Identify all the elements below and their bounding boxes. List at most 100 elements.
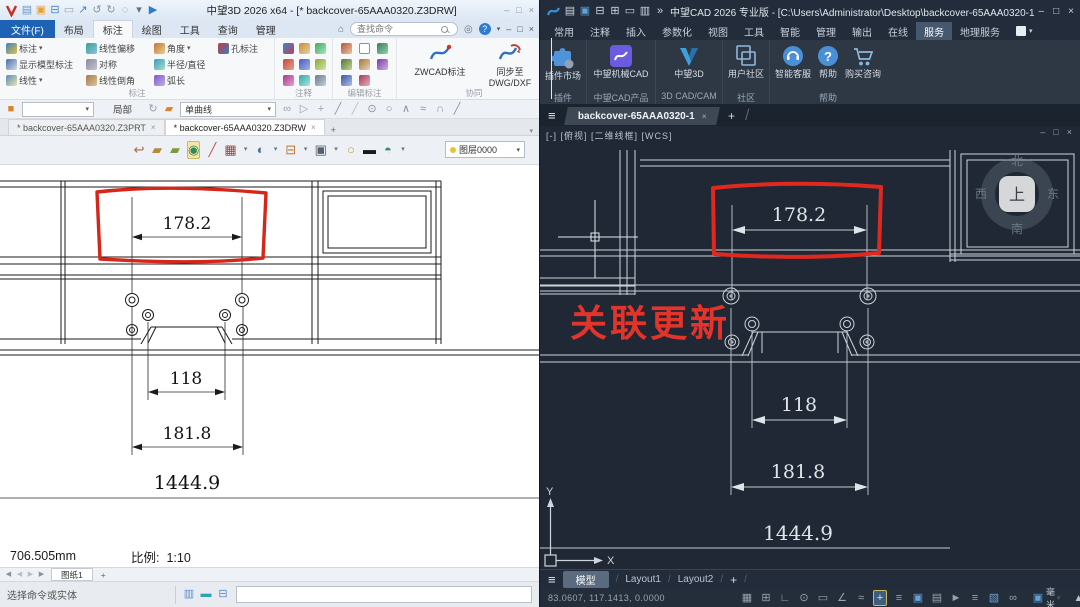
compass-top-label[interactable]: 上	[1009, 186, 1025, 204]
grid-icon[interactable]: ▦	[224, 142, 236, 158]
layer2-icon[interactable]: ▧	[987, 591, 1001, 605]
selection-icon[interactable]: ▣	[911, 591, 925, 605]
snap-icon[interactable]: +	[315, 103, 327, 116]
undo-icon[interactable]: ↺	[91, 4, 103, 17]
zwcad-drawing-canvas[interactable]: [-] [俯视] [二维线框] [WCS] – □ ×	[540, 126, 1080, 569]
user-community-button[interactable]: 用户社区	[728, 43, 764, 79]
sync-to-dwg-button[interactable]: 同步至DWG/DXF	[479, 41, 541, 88]
tab-service[interactable]: 服务	[916, 22, 952, 40]
export-icon[interactable]: ↗	[77, 4, 89, 17]
dropdown-arrow[interactable]: ▾	[497, 25, 501, 33]
open-folder-icon[interactable]: ▣	[35, 4, 47, 17]
close-icon[interactable]: ×	[529, 5, 534, 15]
dark-icon[interactable]: ▬	[363, 142, 376, 158]
compass-west-label[interactable]: 西	[975, 187, 987, 201]
rsnap-icon[interactable]: ⊞	[759, 591, 773, 605]
pencil-icon[interactable]: ▰	[163, 103, 175, 116]
doc-restore-icon[interactable]: □	[517, 24, 522, 34]
edit-dim-tool-icon[interactable]	[359, 59, 370, 70]
tab-close-icon[interactable]: ×	[311, 123, 316, 132]
annotation-tool-icon[interactable]	[283, 75, 294, 86]
hole-callout-button[interactable]: 孔标注	[218, 42, 270, 55]
nav-last-icon[interactable]: ▶	[37, 568, 46, 581]
tab-close-icon[interactable]: ×	[701, 111, 706, 120]
osnap-icon[interactable]: ▭	[816, 591, 830, 605]
linear-chamfer-button[interactable]: 线性倒角	[86, 74, 154, 87]
lineweight-icon[interactable]: ≡	[892, 591, 906, 605]
wopen-icon[interactable]: ▣	[579, 5, 591, 18]
layout1-tab[interactable]: Layout1	[625, 574, 661, 585]
ortho-icon[interactable]: ∟	[778, 591, 792, 605]
doc-tab-dwg[interactable]: backcover-65AAA0320-1 ×	[564, 107, 720, 125]
globe-icon[interactable]: ◉	[187, 141, 200, 159]
annotation-tool-icon[interactable]	[315, 75, 326, 86]
new-tab-button[interactable]: +	[728, 109, 735, 123]
shade-icon[interactable]: ◓	[382, 142, 394, 158]
doc-minimize-icon[interactable]: –	[1040, 127, 1045, 137]
block-icon[interactable]: ■	[5, 103, 17, 116]
compass-south-label[interactable]: 南	[1011, 221, 1023, 236]
tab-insert[interactable]: 插入	[618, 22, 654, 40]
print-icon[interactable]: ▭	[63, 4, 75, 17]
tab-inquire[interactable]: 查询	[209, 20, 247, 38]
bulb-icon[interactable]: ○	[345, 142, 357, 158]
play-icon[interactable]: ▶	[147, 4, 159, 17]
doc-restore-icon[interactable]: □	[1053, 127, 1058, 137]
spline-icon[interactable]: ≈	[417, 103, 429, 116]
symmetry-button[interactable]: 对称	[86, 58, 154, 71]
line2-icon[interactable]: ╱	[349, 103, 361, 116]
doc-tab-z3prt[interactable]: * backcover-65AAA0320.Z3PRT×	[8, 119, 165, 135]
file-menu-button[interactable]: 文件(F)	[0, 20, 55, 38]
circle-icon[interactable]: ○	[383, 103, 395, 116]
sphere-icon[interactable]: ◐	[255, 142, 267, 158]
new-file-icon[interactable]: ▤	[21, 4, 33, 17]
return-icon[interactable]: ↩	[133, 142, 145, 158]
brush-icon[interactable]: ▰	[151, 142, 163, 158]
linear-button[interactable]: 线性▾	[6, 74, 86, 87]
arc-icon[interactable]: ∩	[434, 103, 446, 116]
tab-smart[interactable]: 智能	[772, 22, 808, 40]
tab-layout[interactable]: 布局	[55, 20, 93, 38]
edit-dim-tool-icon[interactable]	[341, 75, 352, 86]
minimize-icon[interactable]: –	[504, 5, 509, 15]
layout-menu-hamburger-icon[interactable]: ≡	[548, 573, 556, 586]
arc-length-button[interactable]: 弧长	[154, 74, 218, 87]
sketch-icon[interactable]: ≈	[854, 591, 868, 605]
poly-icon[interactable]: ∧	[400, 103, 412, 116]
regen-icon[interactable]: ↻	[147, 103, 159, 116]
new-tab-button[interactable]: +	[325, 125, 342, 135]
layout2-tab[interactable]: Layout2	[678, 574, 714, 585]
compass-north-label[interactable]: 北	[1011, 154, 1023, 168]
annotation-scale-selector[interactable]: ▲ 1:1▾	[1073, 592, 1080, 605]
search-input[interactable]	[357, 24, 437, 34]
angle-icon[interactable]: ∠	[835, 591, 849, 605]
close-icon[interactable]: ×	[1068, 6, 1074, 17]
style-combo[interactable]: ▾	[22, 102, 94, 117]
minimize-icon[interactable]: –	[1039, 6, 1045, 17]
edit-dim-tool-icon[interactable]	[359, 43, 370, 54]
workspace-switcher[interactable]: ▾	[1016, 26, 1033, 36]
tab-manage[interactable]: 管理	[247, 20, 285, 38]
panel-icon[interactable]: ▥	[183, 588, 195, 601]
properties-icon[interactable]: ▤	[930, 591, 944, 605]
annotation-tool-icon[interactable]	[299, 75, 310, 86]
rgrid-icon[interactable]: ▦	[740, 591, 754, 605]
help-button[interactable]: ? 帮助	[815, 43, 841, 79]
tab-list-dropdown-icon[interactable]: ▾	[523, 127, 539, 135]
more-icon[interactable]: »	[654, 5, 666, 18]
annotation-tool-icon[interactable]	[315, 59, 326, 70]
show-model-dims-button[interactable]: 显示模型标注	[6, 58, 86, 71]
tab-parametric[interactable]: 参数化	[654, 22, 700, 40]
wsaveas-icon[interactable]: ⊞	[609, 5, 621, 18]
tab-online[interactable]: 在线	[880, 22, 916, 40]
maximize-icon[interactable]: □	[516, 5, 521, 15]
chain-icon[interactable]: ∞	[1006, 591, 1020, 605]
save-icon[interactable]: ⊟	[49, 4, 61, 17]
command-search-box[interactable]	[350, 22, 458, 36]
smart-support-button[interactable]: 智能客服	[775, 43, 811, 79]
zw-mech-cad-button[interactable]: 中望机械CAD	[592, 43, 650, 79]
curve-type-combo[interactable]: 单曲线▾	[180, 102, 276, 117]
tab-annotate[interactable]: 注释	[582, 22, 618, 40]
zw3d-product-button[interactable]: 中望3D	[661, 43, 717, 79]
edit-dim-tool-icon[interactable]	[377, 43, 388, 54]
